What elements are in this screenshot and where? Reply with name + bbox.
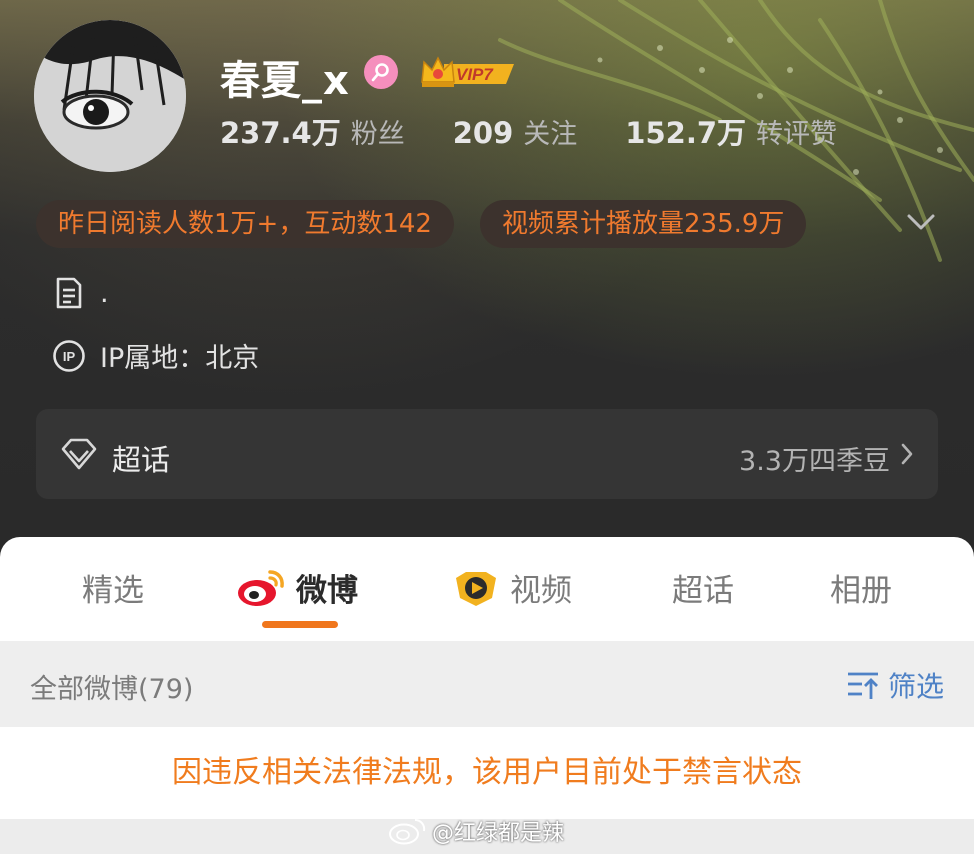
tab-label: 相册: [830, 573, 892, 609]
stat-following[interactable]: 209 关注: [453, 112, 578, 151]
ip-location-text: IP属地：北京: [100, 343, 260, 374]
chevron-right-icon: [901, 443, 913, 465]
username: 春夏_x: [220, 58, 350, 104]
supertopic-card[interactable]: 超话 3.3万四季豆: [36, 409, 938, 499]
post-count-label[interactable]: 全部微博(79): [30, 667, 193, 706]
stat-value: 237.4万: [220, 116, 341, 150]
highlight-pill-reads[interactable]: 昨日阅读人数1万+，互动数142: [36, 200, 454, 248]
banned-notice: 因违反相关法律法规，该用户目前处于禁言状态: [172, 755, 802, 790]
stat-value: 152.7万: [625, 116, 747, 150]
svg-text:IP: IP: [63, 349, 76, 364]
video-badge-icon: [456, 571, 496, 606]
tab-video[interactable]: 视频: [452, 565, 572, 610]
tab-featured[interactable]: 精选: [82, 565, 144, 610]
avatar[interactable]: [34, 20, 186, 172]
sort-filter-icon: [847, 672, 878, 699]
supertopic-fan-name: 3.3万四季豆: [739, 446, 890, 477]
tab-weibo[interactable]: 微博: [236, 565, 358, 610]
tab-bar: 精选 微博 视频 超话 相册: [0, 537, 974, 641]
female-gender-icon: [364, 55, 398, 89]
content-panel: 精选 微博 视频 超话 相册 全部微博(79) 筛选 因违反相关法律法规，该用户…: [0, 537, 974, 854]
supertopic-title: 超话: [112, 443, 171, 477]
tab-label: 微博: [296, 573, 358, 609]
stat-label: 粉丝: [350, 119, 405, 150]
stat-value: 209: [452, 116, 514, 150]
stats-row: 237.4万 粉丝 209 关注 152.7万 转评赞: [220, 110, 837, 152]
diamond-icon: [61, 438, 97, 470]
stat-label: 关注: [523, 119, 578, 150]
weibo-logo-icon: [238, 569, 284, 606]
bio-row: .: [52, 276, 109, 310]
vip-crown-icon: VIP7: [421, 56, 514, 87]
feed-filter-bar: 全部微博(79) 筛选: [0, 641, 974, 727]
ip-location-row: IP IP属地：北京: [52, 336, 259, 375]
ip-icon: IP: [53, 339, 85, 372]
tab-supertopic[interactable]: 超话: [672, 565, 734, 610]
profile-header: 春夏_x VIP7 237.4万 粉丝 209 关注 152.7万 转评赞 昨日…: [0, 0, 974, 560]
active-tab-indicator: [262, 621, 338, 628]
chevron-down-icon[interactable]: [905, 210, 937, 234]
watermark-text: @红绿都是辣: [432, 821, 565, 846]
watermark: @红绿都是辣: [388, 815, 564, 847]
stat-label: 转评赞: [756, 119, 838, 150]
weibo-watermark-icon: [389, 819, 426, 845]
stat-engagement[interactable]: 152.7万 转评赞: [625, 110, 837, 152]
filter-button[interactable]: 筛选: [846, 665, 944, 705]
highlight-pill-video-plays[interactable]: 视频累计播放量235.9万: [480, 200, 807, 248]
vip-badge[interactable]: VIP7: [418, 52, 520, 92]
avatar-image: [34, 20, 186, 172]
tab-label: 精选: [82, 573, 144, 609]
bio-text: .: [100, 277, 109, 309]
stat-followers[interactable]: 237.4万 粉丝: [220, 110, 405, 152]
tab-label: 超话: [672, 573, 734, 609]
tab-album[interactable]: 相册: [830, 565, 892, 610]
document-icon: [56, 277, 82, 309]
filter-label: 筛选: [887, 670, 944, 703]
tab-label: 视频: [510, 573, 572, 609]
svg-text:VIP7: VIP7: [456, 65, 494, 84]
